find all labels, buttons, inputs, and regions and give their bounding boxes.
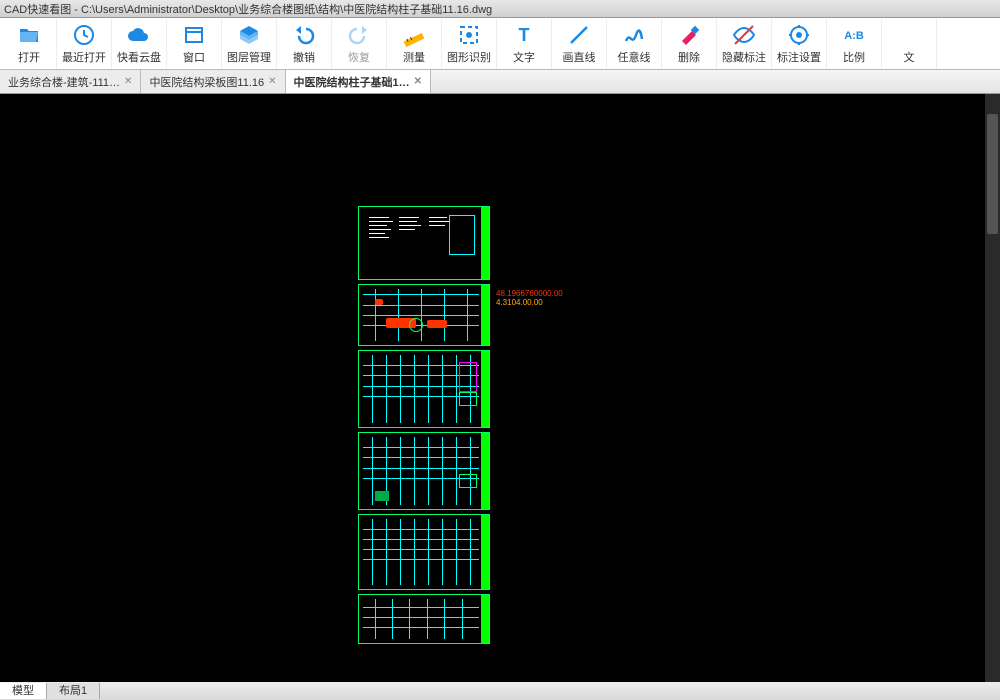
layout-tab[interactable]: 模型 <box>0 683 47 699</box>
line-icon <box>567 23 591 47</box>
tab-close-icon[interactable]: ✕ <box>124 76 132 87</box>
svg-text:A:B: A:B <box>844 30 864 42</box>
svg-text:T: T <box>519 25 530 45</box>
toolbar-label: 窗口 <box>183 49 205 65</box>
tab-label: 中医院结构梁板图11.16 <box>149 74 264 90</box>
toolbar-cloud-button[interactable]: 快看云盘 <box>112 19 167 69</box>
recognize-icon <box>457 23 481 47</box>
toolbar-redo-button[interactable]: 恢复 <box>332 19 387 69</box>
toolbar-window-button[interactable]: 窗口 <box>167 19 222 69</box>
toolbar-label: 任意线 <box>618 49 651 65</box>
toolbar-label: 图形识别 <box>447 49 491 65</box>
window-title: CAD快速看图 - C:\Users\Administrator\Desktop… <box>4 1 996 17</box>
toolbar-hide-button[interactable]: 隐藏标注 <box>717 19 772 69</box>
measure-icon <box>402 23 426 47</box>
toolbar-label: 比例 <box>843 49 865 65</box>
text-icon: T <box>512 23 536 47</box>
tab-close-icon[interactable]: ✕ <box>268 76 276 87</box>
toolbar-label: 图层管理 <box>227 49 271 65</box>
toolbar-text-button[interactable]: T 文字 <box>497 19 552 69</box>
document-tab-bar: 业务综合楼-建筑-111… ✕ 中医院结构梁板图11.16 ✕ 中医院结构柱子基础1… ✕ <box>0 70 1000 94</box>
cloud-icon <box>127 23 151 47</box>
document-tab[interactable]: 中医院结构梁板图11.16 ✕ <box>141 70 285 93</box>
sheet-6 <box>358 594 490 644</box>
toolbar-label: 快看云盘 <box>117 49 161 65</box>
toolbar-label: 文 <box>904 49 915 65</box>
scrollbar-thumb[interactable] <box>987 114 998 234</box>
sheet-1 <box>358 206 490 280</box>
tab-label: 中医院结构柱子基础1… <box>294 74 410 90</box>
delete-icon <box>677 23 701 47</box>
polyline-icon <box>622 23 646 47</box>
toolbar-line-button[interactable]: 画直线 <box>552 19 607 69</box>
open-icon <box>17 23 41 47</box>
toolbar-scale-button[interactable]: A:B 比例 <box>827 19 882 69</box>
layout-tab-bar: 模型布局1 <box>0 682 1000 700</box>
undo-icon <box>292 23 316 47</box>
redo-icon <box>347 23 371 47</box>
vertical-scrollbar[interactable] <box>985 94 1000 682</box>
toolbar-label: 打开 <box>18 49 40 65</box>
scale-icon: A:B <box>842 23 866 47</box>
drawing-sheets <box>358 206 490 648</box>
toolbar-annoset-button[interactable]: 标注设置 <box>772 19 827 69</box>
layers-icon <box>237 23 261 47</box>
toolbar-label: 撤销 <box>293 49 315 65</box>
annoset-icon <box>787 23 811 47</box>
toolbar-label: 画直线 <box>563 49 596 65</box>
toolbar-layers-button[interactable]: 图层管理 <box>222 19 277 69</box>
toolbar-open-button[interactable]: 打开 <box>2 19 57 69</box>
toolbar-recent-button[interactable]: 最近打开 <box>57 19 112 69</box>
toolbar-label: 恢复 <box>348 49 370 65</box>
toolbar-more-button[interactable]: 文 <box>882 19 937 69</box>
main-toolbar: 打开 最近打开快看云盘 窗口 图层管理 撤销 恢复 测量 图形识别 T 文字 画直线 任意线 删除 隐藏标… <box>0 18 1000 70</box>
window-icon <box>182 23 206 47</box>
toolbar-label: 测量 <box>403 49 425 65</box>
drawing-canvas[interactable]: 48.1966760000.00 4.3104.00.00 <box>0 94 985 682</box>
sheet-3 <box>358 350 490 428</box>
toolbar-polyline-button[interactable]: 任意线 <box>607 19 662 69</box>
toolbar-label: 最近打开 <box>62 49 106 65</box>
title-bar: CAD快速看图 - C:\Users\Administrator\Desktop… <box>0 0 1000 18</box>
document-tab[interactable]: 业务综合楼-建筑-111… ✕ <box>0 70 141 93</box>
dim-value-2: 4.3104.00.00 <box>496 298 563 307</box>
toolbar-label: 文字 <box>513 49 535 65</box>
sheet-5 <box>358 514 490 590</box>
layout-tab[interactable]: 布局1 <box>47 683 100 699</box>
toolbar-recognize-button[interactable]: 图形识别 <box>442 19 497 69</box>
document-tab[interactable]: 中医院结构柱子基础1… ✕ <box>286 70 432 93</box>
more-icon <box>897 23 921 47</box>
toolbar-delete-button[interactable]: 删除 <box>662 19 717 69</box>
tab-label: 业务综合楼-建筑-111… <box>8 74 120 90</box>
toolbar-measure-button[interactable]: 测量 <box>387 19 442 69</box>
dim-value-1: 48.1966760000.00 <box>496 289 563 298</box>
toolbar-label: 隐藏标注 <box>722 49 766 65</box>
hide-icon <box>732 23 756 47</box>
tab-close-icon[interactable]: ✕ <box>414 76 422 87</box>
sheet-2 <box>358 284 490 346</box>
toolbar-label: 删除 <box>678 49 700 65</box>
recent-icon <box>72 23 96 47</box>
dimension-readout: 48.1966760000.00 4.3104.00.00 <box>496 289 563 307</box>
toolbar-undo-button[interactable]: 撤销 <box>277 19 332 69</box>
toolbar-label: 标注设置 <box>777 49 821 65</box>
sheet-4 <box>358 432 490 510</box>
